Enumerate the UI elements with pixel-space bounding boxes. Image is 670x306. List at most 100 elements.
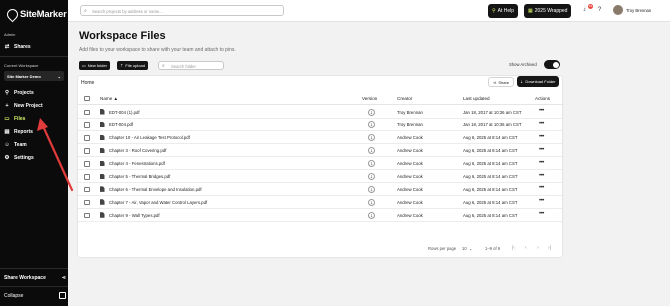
gear-icon: ⚙ [4,155,10,161]
row-checkbox[interactable] [84,199,90,206]
version-badge[interactable]: 1 [368,211,375,219]
sidebar-item-label: Settings [14,155,34,161]
row-checkbox[interactable] [84,122,90,128]
row-checkbox[interactable] [84,212,90,219]
table-header: Name ▲ Version Creator Last updated Acti… [78,92,564,105]
share-workspace-button[interactable]: Share Workspace ⋖ [4,275,66,281]
folder-search-input[interactable]: ⌕ Search folder [158,61,224,70]
table-row[interactable]: Chapter 5 - Thermal Bridges.pdf 1 Andrew C… [78,171,564,184]
new-folder-button[interactable]: ▭ New folder [79,61,110,70]
calendar-icon: ▦ [528,8,533,14]
table-row[interactable]: EDT-004 (1).pdf 1 Troy Brennan Jan 18, 2017… [78,106,564,119]
file-icon [100,134,105,141]
table-row[interactable]: Chapter 6 - Thermal Envelope and Insulat… [78,183,564,196]
row-checkbox[interactable] [84,148,90,154]
show-archived-toggle[interactable] [544,60,560,69]
file-name[interactable]: Chapter 10 - Air Leakage Test Protocol.p… [109,135,190,140]
version-badge[interactable]: 1 [368,160,375,168]
sidebar-item-label: Shares [14,44,31,50]
more-actions-icon[interactable]: ••• [539,160,544,166]
download-icon: ⇣ [520,79,524,84]
file-icon [100,160,105,167]
app-name: SiteMarker [20,8,67,20]
files-table-card: Home ⋖ Share ⇣ Download Folder Name ▲ Ve… [77,75,564,258]
file-name[interactable]: Chapter 4 - Fenestrations.pdf [109,161,165,166]
download-folder-button[interactable]: ⇣ Download Folder [517,76,559,87]
sidebar-item-label: Reports [14,129,33,135]
more-actions-icon[interactable]: ••• [539,211,544,217]
wrapped-button[interactable]: ▦ 2025 Wrapped [524,4,572,18]
version-badge[interactable]: 1 [368,173,375,180]
wrapped-label: 2025 Wrapped [534,8,568,14]
more-actions-icon[interactable]: ••• [539,185,544,191]
file-name[interactable]: Chapter 9 - Wall Types.pdf [109,213,160,218]
table-row[interactable]: Chapter 7 - Air, Vapor and Water Control… [78,196,564,209]
share-icon: ⋖ [493,79,497,85]
version-badge[interactable]: 1 [368,108,375,116]
sidebar-item-team[interactable]: ☺ Team [4,142,27,148]
help-button[interactable]: ⚲ At Help [488,4,519,18]
file-last-updated: Aug 6, 2025 at 8:14 am CST [463,161,518,167]
column-actions: Actions [535,95,551,101]
file-name[interactable]: Chapter 5 - Thermal Bridges.pdf [109,174,170,179]
file-creator: Andrew Cook [397,161,423,167]
search-icon: ⌕ [162,62,165,69]
row-checkbox[interactable] [84,161,90,167]
version-badge[interactable]: 1 [368,198,375,206]
breadcrumb[interactable]: Home [81,80,94,86]
table-row[interactable]: Chapter 4 - Fenestrations.pdf 1 Andrew Coo… [78,158,564,171]
file-name[interactable]: Chapter 7 - Air, Vapor and Water Control… [109,200,207,205]
more-actions-icon[interactable]: ••• [539,173,544,179]
file-name[interactable]: EDT-004.pdf [109,122,133,127]
more-actions-icon[interactable]: ••• [539,134,544,140]
notification-badge: 15 [588,4,593,9]
avatar[interactable] [613,5,623,15]
file-last-updated: Jan 18, 2017 at 10:36 am CST [463,109,522,115]
rows-per-page-select[interactable]: 10 [462,246,467,251]
row-checkbox[interactable] [84,174,90,180]
more-actions-icon[interactable]: ••• [539,108,544,114]
app-logo[interactable]: SiteMarker [6,8,67,20]
file-last-updated: Aug 6, 2025 at 8:14 am CST [463,199,518,205]
version-badge[interactable]: 1 [368,185,375,193]
next-page-icon[interactable]: › [537,245,539,251]
row-checkbox[interactable] [84,135,90,141]
table-row[interactable]: Chapter 9 - Wall Types.pdf 1 Andrew Cook Au… [78,209,564,222]
user-name[interactable]: Troy Brennan [626,8,651,13]
file-icon [100,147,105,154]
page-subtitle: Add files to your workspace to share wit… [79,47,236,53]
file-upload-button[interactable]: ⇡ File upload [117,61,148,70]
row-checkbox[interactable] [84,186,90,193]
first-page-icon[interactable]: |‹ [512,245,515,251]
sidebar-item-new-project[interactable]: + New Project [4,103,42,109]
version-badge[interactable]: 1 [368,147,375,155]
file-name[interactable]: EDT-004 (1).pdf [109,110,140,115]
sidebar-item-label: Team [14,142,27,148]
row-checkbox[interactable] [84,109,90,115]
more-actions-icon[interactable]: ••• [539,147,544,153]
sidebar-item-reports[interactable]: ▤ Reports [4,129,33,135]
version-badge[interactable]: 1 [368,121,375,129]
sidebar-item-settings[interactable]: ⚙ Settings [4,155,34,161]
more-actions-icon[interactable]: ••• [539,198,544,204]
file-name[interactable]: Chapter 3 - Roof Covering.pdf [109,148,166,153]
file-name[interactable]: Chapter 6 - Thermal Envelope and Insulat… [109,187,202,192]
project-search-input[interactable]: ⌕ Search projects by address or name... [80,5,284,16]
sidebar-item-projects[interactable]: ⚲ Projects [4,90,34,96]
prev-page-icon[interactable]: ‹ [525,245,527,251]
more-actions-icon[interactable]: ••• [539,121,544,127]
sidebar-item-shares[interactable]: ⇄ Shares [4,44,31,50]
table-row[interactable]: Chapter 10 - Air Leakage Test Protocol.p… [78,132,564,145]
last-page-icon[interactable]: ›| [548,245,551,251]
table-row[interactable]: Chapter 3 - Roof Covering.pdf 1 Andrew Coo… [78,145,564,158]
collapse-button[interactable]: Collapse [4,292,66,299]
select-all-checkbox[interactable] [84,95,90,101]
table-row[interactable]: EDT-004.pdf 1 Troy Brennan Jan 18, 2017 at … [78,119,564,132]
help-circle-icon[interactable]: ? [595,6,604,15]
column-name[interactable]: Name ▲ [100,96,118,101]
workspace-select[interactable]: Site Marker Demo ⌄ [4,71,64,81]
sidebar-item-label: Projects [14,90,34,96]
sidebar-item-files[interactable]: ▭ Files [4,116,25,122]
version-badge[interactable]: 1 [368,134,375,142]
share-button[interactable]: ⋖ Share [488,77,515,87]
